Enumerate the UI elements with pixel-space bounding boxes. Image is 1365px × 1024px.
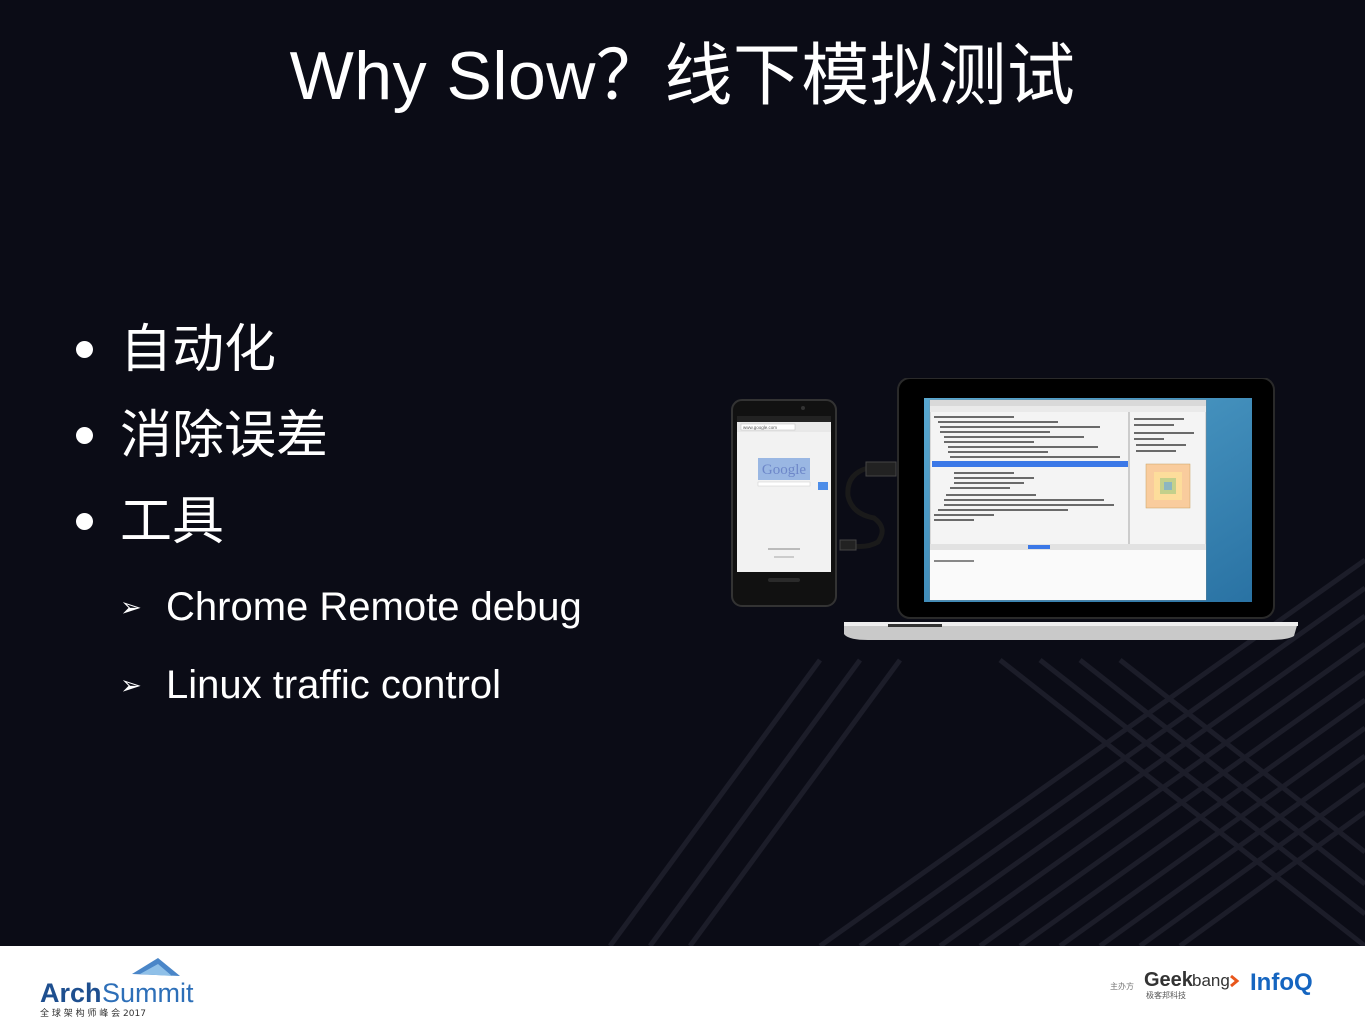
organizer-logos: 主办方 Geek bang 极客邦科技 InfoQ — [1110, 969, 1313, 1000]
bullet-dot-icon — [76, 512, 93, 530]
svg-text:极客邦科技: 极客邦科技 — [1146, 990, 1186, 1000]
bullet-item: 消除误差 — [76, 406, 328, 466]
sub-bullet-item: ➢ Chrome Remote debug — [120, 583, 582, 633]
phone-url-text: www.google.com — [743, 425, 777, 430]
arrow-icon: ➢ — [120, 592, 142, 623]
bullet-dot-icon — [76, 340, 93, 358]
svg-text:bang: bang — [1192, 971, 1230, 990]
slide-background: Why Slow？线下模拟测试 自动化 消除误差 工具 ➢ Chrome Remo… — [0, 0, 1365, 946]
sub-bullet-text: Chrome Remote debug — [166, 585, 582, 629]
svg-text:Geek: Geek — [1144, 969, 1194, 991]
bullet-text: 消除误差 — [120, 407, 329, 465]
bullet-dot-icon — [76, 426, 93, 444]
archsummit-logo: Arch Summit 全 球 架 构 师 峰 会 2017 — [40, 958, 194, 1018]
remote-debug-illustration: www.google.com Google — [731, 378, 1298, 640]
phone-google-logo: Google — [762, 462, 807, 478]
bullet-text: 自动化 — [120, 321, 277, 379]
footer-bar: Arch Summit 全 球 架 构 师 峰 会 2017 主办方 Geek … — [0, 946, 1365, 1024]
svg-text:主办方: 主办方 — [1110, 981, 1134, 991]
bullet-text: 工具 — [120, 493, 225, 551]
svg-text:InfoQ: InfoQ — [1250, 969, 1313, 996]
slide-title: Why Slow？线下模拟测试 — [289, 38, 1076, 114]
sub-bullet-item: ➢ Linux traffic control — [120, 661, 501, 711]
bullet-item: 工具 — [76, 492, 224, 552]
svg-text:Arch: Arch — [40, 978, 102, 1008]
sub-bullet-text: Linux traffic control — [166, 663, 501, 707]
svg-text:Summit: Summit — [102, 978, 194, 1008]
arrow-icon: ➢ — [120, 670, 142, 701]
bullet-item: 自动化 — [76, 320, 276, 380]
svg-text:全 球 架 构 师 峰 会 2017: 全 球 架 构 师 峰 会 2017 — [40, 1007, 146, 1018]
